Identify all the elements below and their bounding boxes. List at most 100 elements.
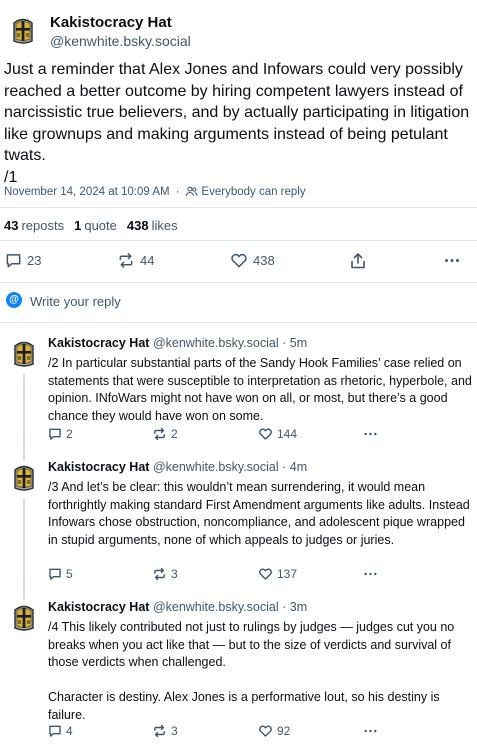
thread-reply[interactable]: Kakistocracy Hat @kenwhite.bsky.social ·… — [0, 600, 477, 745]
more-options-button[interactable] — [363, 427, 378, 441]
separator: · — [175, 185, 180, 198]
reply-time: · 3m — [282, 600, 308, 614]
repost-count: 2 — [171, 427, 178, 441]
divider — [0, 240, 477, 241]
reply-count: 5 — [66, 567, 73, 581]
reposts-stat[interactable]: 43 reposts — [4, 218, 64, 233]
reply-button[interactable]: 2 — [48, 427, 73, 441]
avatar[interactable] — [7, 336, 41, 370]
reply-time: · 5m — [282, 336, 308, 350]
post-author-header: Kakistocracy Hat @kenwhite.bsky.social — [0, 0, 477, 58]
like-button[interactable]: 92 — [258, 724, 290, 738]
heart-icon — [259, 568, 272, 580]
reply-text: /4 This likely contributed not just to r… — [48, 620, 455, 722]
reply-button[interactable]: 23 — [5, 252, 41, 269]
post-meta: November 14, 2024 at 10:09 AM · Everybod… — [4, 185, 306, 198]
reply-header: Kakistocracy Hat @kenwhite.bsky.social ·… — [48, 460, 307, 474]
more-options-button[interactable] — [363, 567, 378, 581]
ellipsis-icon — [364, 432, 377, 436]
reply-bubble-icon — [49, 725, 61, 737]
reply-composer[interactable]: @ Write your reply — [0, 289, 477, 315]
reply-actions: 2 2 144 — [48, 427, 428, 443]
repost-icon — [154, 427, 165, 441]
post-text: Just a reminder that Alex Jones and Info… — [4, 61, 470, 186]
like-count: 438 — [253, 253, 275, 268]
like-button[interactable]: 438 — [230, 252, 275, 269]
reply-text: /3 And let’s be clear: this wouldn’t mea… — [48, 480, 470, 547]
reposts-count: 43 — [4, 218, 19, 233]
post-timestamp: November 14, 2024 at 10:09 AM — [4, 185, 170, 198]
reposts-label: reposts — [21, 218, 65, 233]
heart-icon — [259, 428, 272, 440]
ellipsis-icon — [364, 572, 377, 576]
reply-count: 2 — [66, 427, 73, 441]
quotes-label: quote — [84, 218, 117, 233]
repost-button[interactable]: 3 — [152, 724, 178, 738]
post-stats: 43 reposts 1 quote 438 likes — [4, 218, 178, 233]
post-actions: 23 44 438 — [0, 250, 477, 274]
likes-label: likes — [151, 218, 178, 233]
author-name[interactable]: Kakistocracy Hat — [48, 336, 149, 350]
avatar[interactable] — [7, 460, 41, 494]
repost-count: 44 — [140, 253, 155, 268]
author-handle[interactable]: @kenwhite.bsky.social — [153, 336, 279, 350]
helmet-avatar-icon — [7, 336, 41, 370]
like-button[interactable]: 144 — [258, 427, 297, 441]
reply-bubble-icon — [49, 568, 61, 580]
ellipsis-icon — [364, 729, 377, 733]
heart-icon — [231, 253, 247, 268]
repost-count: 3 — [171, 724, 178, 738]
reply-text: /2 In particular substantial parts of th… — [48, 356, 472, 423]
repost-icon — [119, 253, 133, 268]
repost-button[interactable]: 2 — [152, 427, 178, 441]
avatar[interactable] — [7, 600, 41, 634]
reply-time: · 4m — [282, 460, 308, 474]
quotes-stat[interactable]: 1 quote — [74, 218, 117, 233]
repost-icon — [154, 724, 165, 738]
reply-placeholder[interactable]: Write your reply — [30, 294, 121, 309]
reply-button[interactable]: 5 — [48, 567, 73, 581]
reply-button[interactable]: 4 — [48, 724, 73, 738]
share-button[interactable] — [350, 252, 366, 270]
quotes-count: 1 — [74, 218, 82, 233]
like-button[interactable]: 137 — [258, 567, 297, 581]
repost-count: 3 — [171, 567, 178, 581]
repost-button[interactable]: 3 — [152, 567, 178, 581]
reply-bubble-icon — [49, 428, 61, 440]
like-count: 137 — [277, 567, 298, 581]
reply-header: Kakistocracy Hat @kenwhite.bsky.social ·… — [48, 600, 307, 614]
author-name[interactable]: Kakistocracy Hat — [48, 460, 149, 474]
helmet-avatar-icon — [6, 13, 40, 47]
heart-icon — [259, 725, 272, 737]
helmet-avatar-icon — [7, 600, 41, 634]
reply-visibility[interactable]: Everybody can reply — [201, 186, 305, 198]
ellipsis-icon — [445, 259, 459, 262]
divider — [0, 207, 477, 208]
author-handle[interactable]: @kenwhite.bsky.social — [153, 460, 279, 474]
thread-reply[interactable]: Kakistocracy Hat @kenwhite.bsky.social ·… — [0, 460, 477, 633]
more-options-button[interactable] — [444, 252, 460, 269]
more-options-button[interactable] — [363, 724, 378, 738]
likes-count: 438 — [126, 218, 149, 233]
avatar[interactable] — [6, 13, 40, 47]
thread-reply[interactable]: Kakistocracy Hat @kenwhite.bsky.social ·… — [0, 336, 477, 492]
repost-icon — [154, 567, 165, 581]
author-handle[interactable]: @kenwhite.bsky.social — [153, 600, 279, 614]
reply-header: Kakistocracy Hat @kenwhite.bsky.social ·… — [48, 336, 307, 350]
reply-count: 23 — [27, 253, 42, 268]
helmet-avatar-icon — [7, 460, 41, 494]
share-icon — [351, 253, 365, 269]
author-name[interactable]: Kakistocracy Hat — [50, 14, 172, 31]
author-name[interactable]: Kakistocracy Hat — [48, 600, 149, 614]
reply-actions: 4 3 92 — [48, 724, 428, 740]
reply-actions: 5 3 137 — [48, 567, 428, 583]
at-sign-icon: @ — [6, 292, 22, 308]
repost-button[interactable]: 44 — [117, 252, 154, 269]
like-count: 144 — [277, 427, 298, 441]
like-count: 92 — [277, 724, 291, 738]
author-handle[interactable]: @kenwhite.bsky.social — [50, 33, 191, 49]
reply-bubble-icon — [6, 254, 21, 268]
likes-stat[interactable]: 438 likes — [127, 218, 178, 233]
reply-count: 4 — [66, 724, 73, 738]
people-icon — [186, 186, 198, 197]
